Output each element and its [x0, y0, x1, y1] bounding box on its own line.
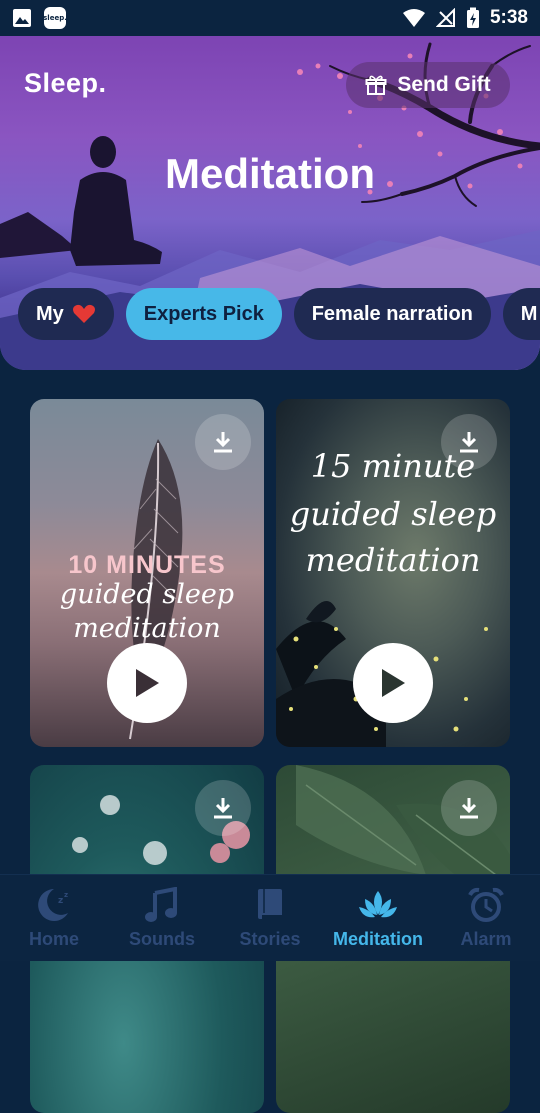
download-button[interactable] — [195, 780, 251, 836]
meditation-header: Sleep. Send Gift Meditation My Experts P… — [0, 36, 540, 370]
gift-icon — [365, 75, 387, 95]
app-logo: Sleep. — [24, 68, 107, 98]
svg-text:z: z — [64, 891, 68, 899]
lotus-icon — [359, 890, 397, 917]
heart-icon — [72, 304, 95, 323]
download-icon — [214, 432, 232, 453]
send-gift-label: Send Gift — [397, 73, 491, 96]
image-notification-icon — [13, 9, 31, 27]
book-icon — [258, 888, 282, 920]
download-icon — [460, 798, 478, 819]
status-bar: sleep. 5:38 — [0, 0, 540, 36]
nav-home[interactable]: z z Home — [0, 875, 108, 961]
card-title-line: 10 MINUTES — [68, 551, 226, 579]
chip-label: My — [36, 302, 64, 325]
chip-female-narration[interactable]: Female narration — [293, 288, 491, 340]
card-title-line: meditation — [305, 541, 481, 579]
download-button[interactable] — [441, 780, 497, 836]
moon-icon: z z — [38, 888, 68, 921]
card-title-line: guided sleep — [289, 495, 497, 533]
nav-label: Home — [28, 928, 79, 949]
card-title-line: guided sleep — [59, 579, 235, 610]
battery-charging-icon — [466, 7, 479, 28]
chip-my-favorites[interactable]: My — [18, 288, 114, 340]
play-button[interactable] — [107, 643, 187, 723]
play-icon — [136, 669, 159, 697]
play-button[interactable] — [353, 643, 433, 723]
nav-stories[interactable]: Stories — [216, 875, 324, 961]
wifi-icon — [402, 9, 425, 27]
chip-experts-pick[interactable]: Experts Pick — [125, 288, 282, 340]
no-signal-icon — [435, 8, 455, 27]
page-title: Meditation — [165, 150, 375, 197]
nav-meditation[interactable]: Meditation — [324, 875, 432, 961]
send-gift-button[interactable]: Send Gift — [346, 62, 510, 108]
nav-sounds[interactable]: Sounds — [108, 875, 216, 961]
alarm-clock-icon — [468, 887, 504, 922]
music-note-icon — [145, 886, 177, 922]
chip-more[interactable]: M — [502, 288, 540, 340]
play-icon — [382, 669, 405, 697]
sleep-app-notification-icon: sleep. — [43, 7, 67, 29]
nav-label: Sounds — [129, 928, 195, 949]
nav-alarm[interactable]: Alarm — [432, 875, 540, 961]
clock-time: 5:38 — [489, 7, 528, 28]
download-button[interactable] — [195, 414, 251, 470]
card-title-line: 15 minute — [310, 447, 476, 485]
chip-label: Female narration — [311, 302, 473, 325]
bottom-navigation: z z Home Sounds Stories Meditation Alarm — [0, 874, 540, 961]
nav-label: Stories — [239, 928, 301, 949]
svg-text:z: z — [58, 896, 63, 906]
chip-label: Experts Pick — [143, 302, 264, 325]
meditation-card[interactable]: 10 MINUTES guided sleep meditation — [30, 399, 264, 747]
nav-label: Meditation — [333, 928, 423, 949]
card-title-line: meditation — [73, 613, 221, 644]
download-icon — [214, 798, 232, 819]
meditation-card[interactable]: 15 minute guided sleep meditation — [276, 399, 510, 747]
category-chips: My Experts Pick Female narration M — [18, 288, 540, 340]
nav-label: Alarm — [460, 928, 512, 949]
chip-label: M — [520, 302, 538, 325]
